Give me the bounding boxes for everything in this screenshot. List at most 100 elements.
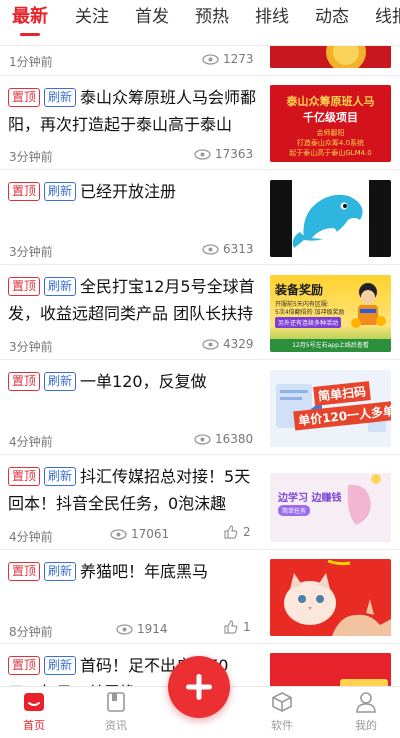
list-item[interactable]: 置顶 刷新 一单120，反复做 4分钟前 16380 简单扫码 单价120一人多单	[0, 360, 400, 455]
post-title-block: 置顶 刷新 已经开放注册	[8, 178, 260, 205]
refresh-badge: 刷新	[44, 467, 77, 486]
thumb-text: 另外还有连续多种活动	[275, 317, 342, 328]
top-tab-bar: 最新 关注 首发 预热 排线 动态 线报	[0, 0, 400, 46]
post-time: 3分钟前	[9, 340, 53, 354]
thumb-text: 5次4倍翻倍的 加冲级奖励	[275, 309, 345, 316]
post-thumbnail	[270, 46, 391, 68]
nav-news-label: 资讯	[105, 719, 127, 732]
pinned-badge: 置顶	[8, 182, 41, 201]
eye-icon	[202, 243, 219, 255]
active-tab-indicator	[20, 33, 40, 36]
list-item[interactable]: 置顶 刷新 泰山众筹原班人马会师鄱阳，再次打造起于泰山高于泰山 3分钟前 17363…	[0, 76, 400, 170]
feed-list[interactable]: 1分钟前 1273 置顶 刷新 泰山众筹原班人马会师鄱阳，再次打造起于泰山高于泰山 …	[0, 46, 400, 686]
post-thumbnail	[270, 653, 391, 686]
post-title: 一单120，反复做	[80, 372, 207, 391]
view-count: 6313	[202, 242, 254, 256]
news-icon	[107, 692, 125, 712]
post-title: 养猫吧！年底黑马	[80, 562, 209, 581]
pinned-badge: 置顶	[8, 277, 41, 296]
view-count-value: 16380	[215, 432, 254, 446]
post-time: 3分钟前	[9, 150, 53, 164]
home-icon	[24, 693, 44, 711]
tab-lineup-label: 排线	[255, 7, 289, 27]
list-item[interactable]: 置顶 刷新 抖汇传媒招总对接！5天回本！抖音全民任务，0泡沫趣 4分钟前 17061…	[0, 455, 400, 550]
nav-software-label: 软件	[271, 719, 293, 732]
view-count: 16380	[194, 432, 253, 446]
view-count: 1273	[202, 52, 254, 66]
nav-software[interactable]: 软件	[252, 691, 312, 733]
refresh-badge: 刷新	[44, 182, 77, 201]
view-count: 1914	[116, 622, 168, 636]
nav-home[interactable]: 首页	[4, 691, 64, 733]
list-item[interactable]: 置顶 刷新 已经开放注册 3分钟前 6313	[0, 170, 400, 265]
tab-tips[interactable]: 线报	[375, 4, 400, 38]
thumb-text: 边学习 边赚钱	[278, 493, 342, 504]
post-thumbnail: 泰山众筹原班人马 千亿级项目 会师鄱阳 打造泰山众筹4.0系统 起于泰山高于泰山…	[270, 85, 391, 162]
tab-news-dynamic[interactable]: 动态	[315, 4, 349, 38]
tab-preheat[interactable]: 预热	[195, 4, 229, 38]
thumbs-up-icon	[224, 620, 238, 634]
eye-icon	[202, 53, 219, 65]
thumb-text: 装备奖励	[275, 283, 324, 297]
tab-news-dynamic-label: 动态	[315, 7, 349, 27]
post-time: 4分钟前	[9, 530, 53, 544]
tab-follow[interactable]: 关注	[75, 4, 109, 38]
view-count: 17061	[110, 527, 169, 541]
thumb-text: 简单任务	[278, 505, 311, 516]
thumb-text: 起于泰山高于泰山GLM4.0	[289, 149, 372, 157]
list-item[interactable]: 1分钟前 1273	[0, 46, 400, 76]
pinned-badge: 置顶	[8, 656, 41, 675]
thumb-text: 千亿级项目	[303, 111, 358, 124]
thumb-text: 会师鄱阳	[316, 129, 345, 137]
post-title-block: 置顶 刷新 泰山众筹原班人马会师鄱阳，再次打造起于泰山高于泰山	[8, 84, 260, 138]
post-title-block: 置顶 刷新 抖汇传媒招总对接！5天回本！抖音全民任务，0泡沫趣	[8, 463, 260, 517]
nav-profile[interactable]: 我的	[336, 691, 396, 733]
refresh-badge: 刷新	[44, 562, 77, 581]
nav-home-label: 首页	[23, 719, 45, 732]
post-time: 4分钟前	[9, 435, 53, 449]
thumb-text: 12月5号左右app上线后查看	[270, 339, 391, 352]
like-count-value: 1	[243, 620, 251, 634]
dolphin-thumbnail	[270, 180, 391, 257]
view-count: 17363	[194, 147, 253, 161]
tab-preheat-label: 预热	[195, 7, 229, 27]
tab-first-release[interactable]: 首发	[135, 4, 169, 38]
tab-latest-label: 最新	[12, 6, 48, 27]
refresh-badge: 刷新	[44, 88, 77, 107]
post-title-block: 置顶 刷新 一单120，反复做	[8, 368, 260, 395]
post-time: 8分钟前	[9, 625, 53, 639]
tab-first-release-label: 首发	[135, 7, 169, 27]
pinned-badge: 置顶	[8, 372, 41, 391]
like-count[interactable]: 2	[224, 525, 251, 539]
post-time: 1分钟前	[9, 55, 53, 69]
refresh-badge: 刷新	[44, 277, 77, 296]
view-count-value: 17061	[131, 527, 170, 541]
thumbs-up-icon	[224, 525, 238, 539]
like-count-value: 2	[243, 525, 251, 539]
like-count[interactable]: 1	[224, 620, 251, 634]
plus-icon	[186, 674, 212, 700]
thumb-text: 泰山众筹原班人马	[286, 95, 375, 108]
view-count-value: 1273	[223, 52, 254, 66]
tab-latest[interactable]: 最新	[12, 4, 48, 38]
tab-tips-label: 线报	[375, 7, 400, 27]
nav-news[interactable]: 资讯	[86, 691, 146, 733]
thumb-text: 打造泰山众筹4.0系统	[296, 139, 365, 147]
list-item[interactable]: 置顶 刷新 养猫吧！年底黑马 8分钟前 1914 1	[0, 550, 400, 644]
eye-icon	[202, 338, 219, 350]
pinned-badge: 置顶	[8, 467, 41, 486]
list-item[interactable]: 置顶 刷新 全民打宝12月5号全球首发，收益远超同类产品 团队长扶持 3分钟前 43…	[0, 265, 400, 360]
tab-lineup[interactable]: 排线	[255, 4, 289, 38]
tab-follow-label: 关注	[75, 7, 109, 27]
refresh-badge: 刷新	[44, 656, 77, 675]
eye-icon	[116, 623, 133, 635]
pinned-badge: 置顶	[8, 88, 41, 107]
post-thumbnail: 简单扫码 单价120一人多单	[270, 370, 391, 447]
nav-profile-label: 我的	[355, 719, 377, 732]
post-thumbnail: 装备奖励 开服前5天内有区服: 5次4倍翻倍的 加冲级奖励 另外还有连续多种活动…	[270, 275, 391, 352]
refresh-badge: 刷新	[44, 372, 77, 391]
add-post-button[interactable]	[168, 656, 230, 718]
cat-thumbnail	[270, 559, 391, 636]
post-title-block: 置顶 刷新 养猫吧！年底黑马	[8, 558, 260, 585]
view-count-value: 17363	[215, 147, 254, 161]
